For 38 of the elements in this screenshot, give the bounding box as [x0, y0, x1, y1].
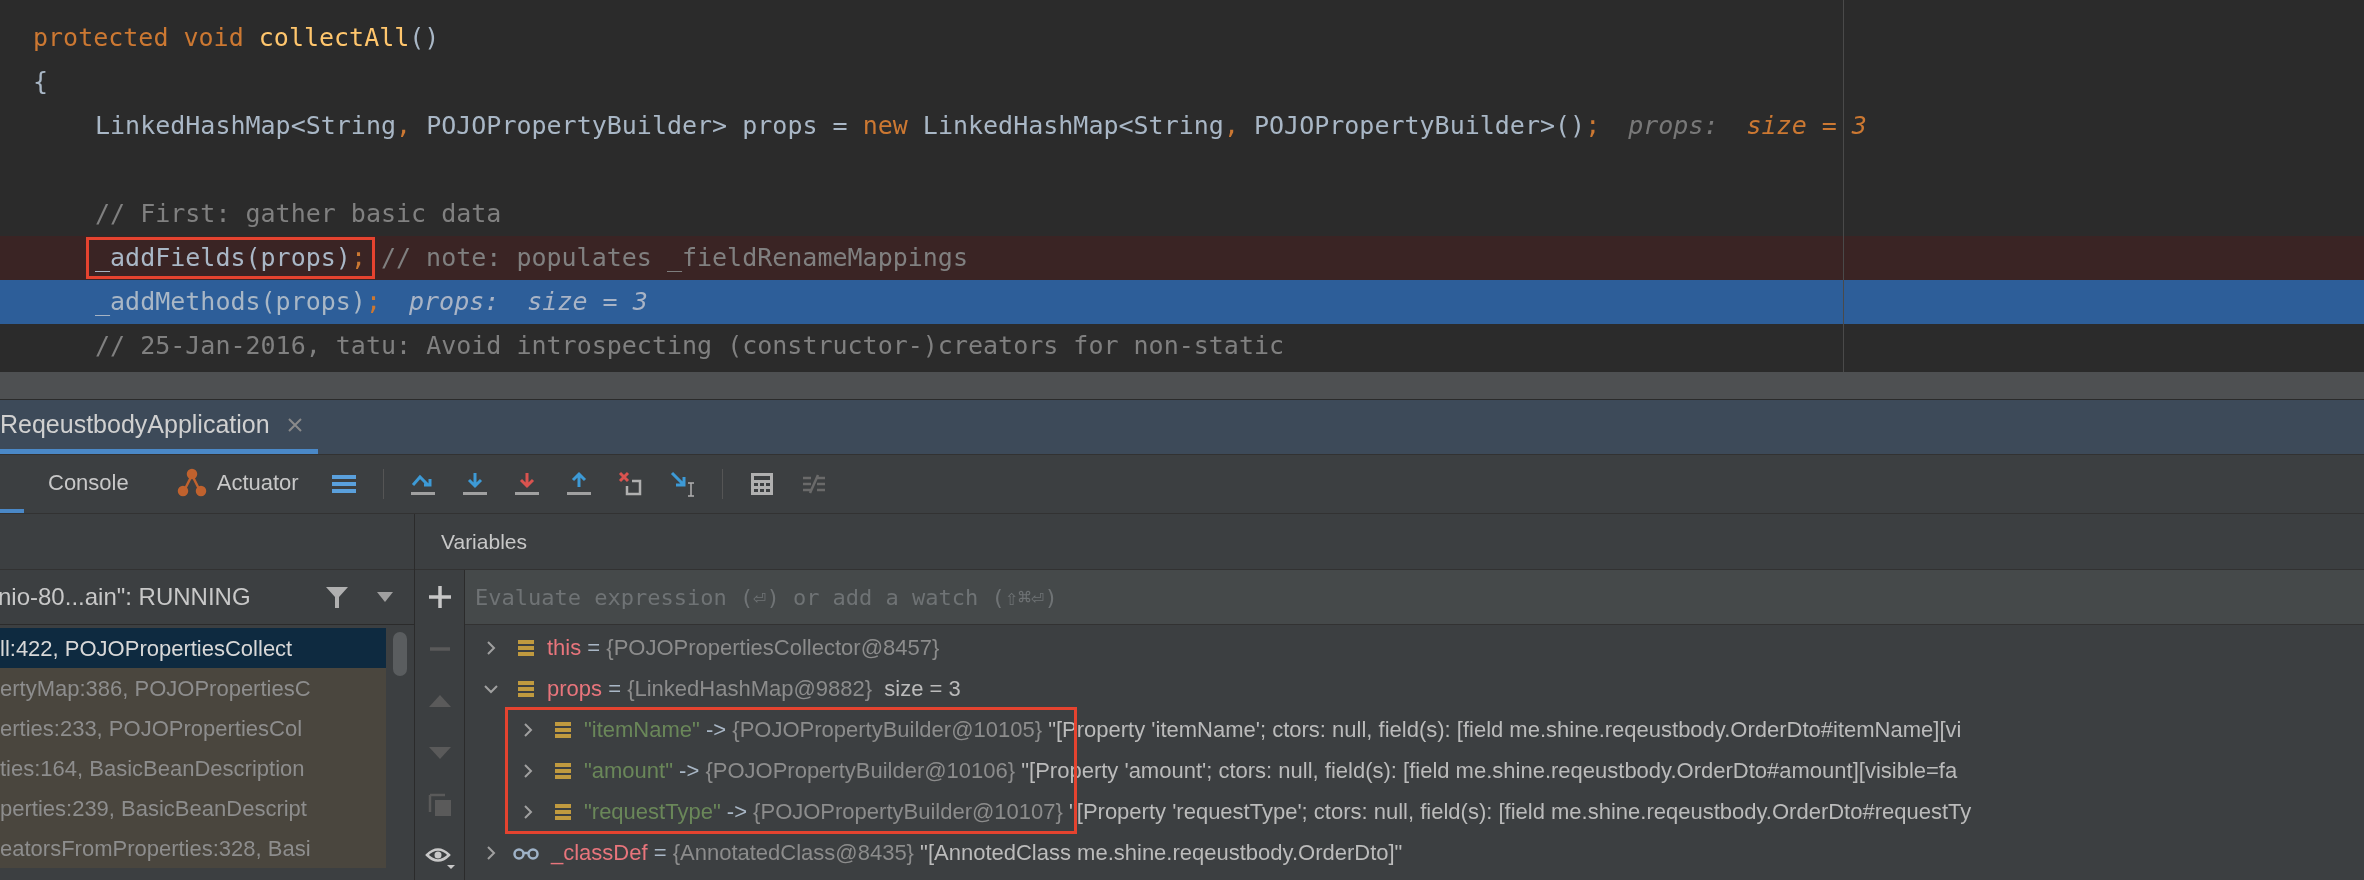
inline-value-hint: props: size = 3	[409, 286, 648, 319]
field-icon	[554, 802, 572, 821]
variable-text: props = {LinkedHashMap@9882} size = 3	[547, 675, 961, 703]
step-out-icon[interactable]	[565, 471, 592, 497]
glasses-icon	[513, 845, 539, 860]
highlight-box: _addFields(props);	[86, 237, 375, 279]
scrollbar-thumb[interactable]	[393, 632, 407, 676]
tool-tab[interactable]: Actuator	[152, 455, 323, 513]
step-into-icon[interactable]	[461, 471, 488, 497]
field-icon	[517, 638, 535, 657]
panel-title: Variables	[441, 528, 527, 555]
thread-dropdown[interactable]: nio-80...ain": RUNNING	[0, 570, 414, 625]
field-icon	[554, 720, 572, 739]
run-tab[interactable]: ReqeustbodyApplication	[0, 400, 318, 454]
code-line: LinkedHashMap<String, POJOPropertyBuilder> props = new LinkedHashMap<String, POJOPropertyBuilder>();	[95, 110, 1601, 143]
inline-value-hint: props: size = 3	[1628, 110, 1867, 143]
tool-tab[interactable]: Console	[24, 455, 153, 513]
field-icon	[517, 679, 535, 698]
code-line: _addMethods(props);	[95, 286, 381, 319]
variable-text: _classDef = {AnnotatedClass@8435} "[AnnotedClass me.shine.reqeustbody.OrderDto]"	[551, 839, 1403, 867]
caret-icon[interactable]	[376, 591, 394, 603]
close-icon[interactable]	[285, 415, 304, 434]
code-line: protected void collectAll()	[33, 22, 440, 55]
code-line: // note: populates _fieldRenameMappings	[380, 242, 968, 275]
code-line: // First: gather basic data	[95, 198, 502, 231]
code-line: // 25-Jan-2016, tatu: Avoid introspecting (constructor-)creators for non-static	[95, 330, 1285, 363]
drop-frame-icon[interactable]	[617, 471, 644, 497]
add-icon[interactable]	[426, 584, 453, 610]
field-icon	[554, 761, 572, 780]
variable-text: this = {POJOPropertiesCollector@8457}	[547, 634, 940, 662]
run-to-cursor-icon[interactable]	[669, 471, 696, 497]
code-line: {	[33, 66, 49, 99]
stack-frame[interactable]: ll:422, POJOPropertiesCollect	[0, 628, 386, 668]
nodes-icon	[176, 467, 207, 497]
force-step-into-icon[interactable]	[513, 471, 540, 497]
filter-icon[interactable]	[324, 584, 350, 610]
calculator-icon[interactable]	[748, 471, 775, 497]
tab-indicator	[0, 509, 24, 513]
